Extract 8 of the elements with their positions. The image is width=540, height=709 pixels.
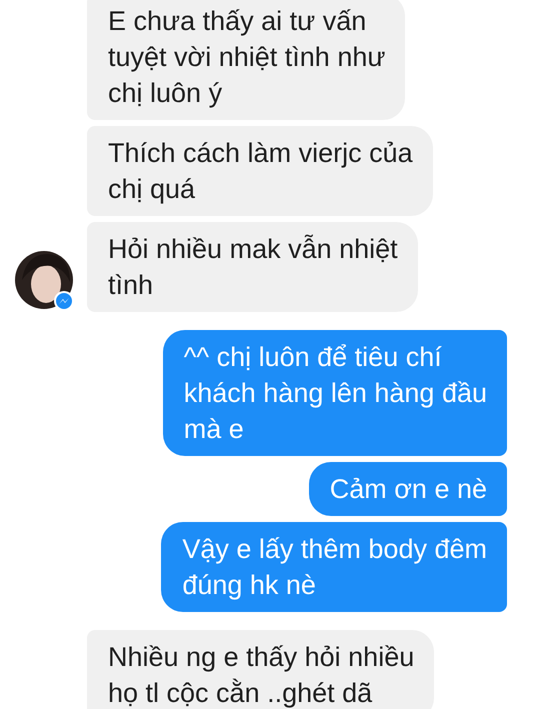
message-bubble: Hỏi nhiều mak vẫn nhiệt tình bbox=[87, 222, 418, 312]
message-bubble: Thích cách làm vierjc của chị quá bbox=[87, 126, 433, 216]
message-bubble: ^^ chị luôn để tiêu chí khách hàng lên hàng đầu mà e bbox=[162, 330, 507, 456]
message-bubble: Nhiều ng e thấy hỏi nhiều họ tl cộc cằn ..ghét dã bbox=[87, 630, 434, 709]
message-bubble: Vậy e lấy thêm body đêm đúng hk nè bbox=[161, 522, 507, 612]
message-bubble: E chưa thấy ai tư vấn tuyệt vời nhiệt tình như chị luôn ý bbox=[87, 0, 406, 120]
avatar bbox=[14, 250, 76, 312]
message-bubble: Cảm ơn e nè bbox=[308, 462, 507, 516]
